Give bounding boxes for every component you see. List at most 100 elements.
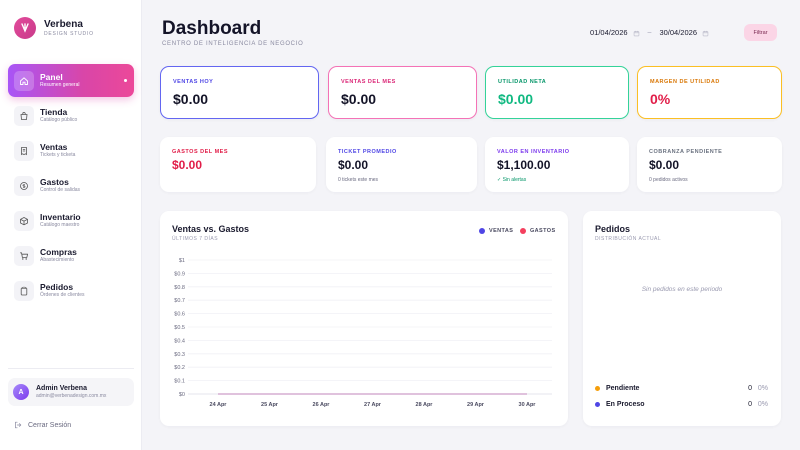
status-percent: 0% [757, 400, 768, 408]
calendar-icon[interactable] [633, 24, 640, 42]
kpi-card-ticket-promedio[interactable]: TICKET PROMEDIO $0.00 0 tickets este mes [326, 137, 477, 192]
sidebar-item-label: Pedidos [40, 282, 74, 292]
sidebar-item-sub: Abastecimiento [40, 257, 75, 263]
sidebar-item-ventas[interactable]: Ventas Tickets y ticketa [8, 134, 134, 167]
kpi-label: VENTAS HOY [173, 79, 214, 85]
user-card[interactable]: A Admin Verbena admin@verbenadesign.com.… [8, 378, 134, 406]
y-tick-label: $0 [179, 392, 185, 398]
sidebar-item-sub: Tickets y ticketa [40, 152, 76, 158]
kpi-value: 0% [650, 91, 671, 107]
clipboard-icon [14, 280, 34, 301]
y-tick-label: $0.6 [174, 312, 185, 318]
avatar: A [13, 384, 29, 400]
sidebar-item-label: Gastos [40, 177, 69, 187]
brand-name: Verbena [44, 18, 83, 30]
kpi-label: VENTAS DEL MES [341, 79, 396, 85]
page-subtitle: CENTRO DE INTELIGENCIA DE NEGOCIO [162, 41, 304, 47]
x-tick-label: 24 Apr [210, 402, 228, 408]
sidebar-item-label: Tienda [40, 107, 68, 117]
brand[interactable]: Verbena DESIGN STUDIO [14, 17, 94, 39]
status-count: 0 [748, 384, 752, 392]
y-tick-label: $0.1 [174, 379, 185, 385]
kpi-value: $1,100.00 [497, 158, 551, 172]
kpi-value: $0.00 [172, 158, 203, 172]
verbena-logo-icon [14, 17, 36, 39]
sidebar-item-label: Compras [40, 247, 77, 257]
pedidos-empty-message: Sin pedidos en este periodo [641, 286, 723, 293]
coin-icon [14, 175, 34, 196]
logout-label: Cerrar Sesión [28, 421, 72, 429]
line-chart[interactable]: $0 $0.1 $0.2 $0.3 $0.4 $0.5 $0.6 $0.7 $0.8 $0.9 $1… [160, 211, 568, 426]
sidebar-item-panel[interactable]: Panel Resumen general [8, 64, 134, 97]
shopping-bag-icon [14, 105, 34, 126]
y-tick-label: $0.7 [174, 298, 185, 304]
kpi-card-gastos-mes[interactable]: GASTOS DEL MES $0.00 [160, 137, 316, 192]
kpi-card-ventas-mes[interactable]: VENTAS DEL MES $0.00 [328, 66, 477, 119]
receipt-icon [14, 140, 34, 161]
logout-button[interactable]: Cerrar Sesión [14, 416, 71, 434]
range-separator: – [647, 29, 652, 36]
y-tick-label: $0.9 [174, 271, 185, 277]
sidebar-item-pedidos[interactable]: Pedidos Órdenes de clientes [8, 274, 134, 307]
kpi-note: 0 tickets este mes [338, 177, 379, 183]
user-email: admin@verbenadesign.com.mx [36, 393, 107, 399]
kpi-value: $0.00 [338, 158, 369, 172]
calendar-icon[interactable] [702, 24, 709, 42]
brand-subtitle: DESIGN STUDIO [44, 30, 94, 37]
date-from-input[interactable]: 01/04/2026 [590, 28, 628, 37]
sidebar-item-sub: Resumen general [40, 82, 80, 88]
kpi-label: UTILIDAD NETA [498, 79, 547, 85]
kpi-label: TICKET PROMEDIO [338, 149, 397, 155]
kpi-card-valor-inventario[interactable]: VALOR EN INVENTARIO $1,100.00 ✓ Sin aler… [485, 137, 629, 192]
status-label: En Proceso [606, 400, 645, 408]
y-tick-label: $0.2 [174, 365, 185, 371]
sidebar-item-compras[interactable]: Compras Abastecimiento [8, 239, 134, 272]
kpi-label: GASTOS DEL MES [172, 149, 229, 155]
x-tick-label: 26 Apr [313, 402, 331, 408]
inventory-status: ✓ Sin alertas [497, 177, 527, 183]
sidebar-item-gastos[interactable]: Gastos Control de salidas [8, 169, 134, 202]
kpi-card-ventas-hoy[interactable]: VENTAS HOY $0.00 [160, 66, 319, 119]
kpi-card-cobranza[interactable]: COBRANZA PENDIENTE $0.00 0 pedidos activ… [637, 137, 782, 192]
pedidos-card: Pedidos DISTRIBUCIÓN ACTUAL Sin pedidos … [583, 211, 781, 426]
status-dot [595, 385, 600, 391]
pedidos-row-en-proceso[interactable]: En Proceso 0 0% [595, 399, 768, 409]
x-tick-label: 28 Apr [416, 402, 434, 408]
sidebar-nav: Panel Resumen general Tienda Catálogo pú… [8, 64, 134, 309]
kpi-card-utilidad-neta[interactable]: UTILIDAD NETA $0.00 [485, 66, 629, 119]
kpi-label: MARGEN DE UTILIDAD [650, 79, 720, 85]
sidebar-item-sub: Catálogo maestro [40, 222, 80, 228]
pedidos-row-pendiente[interactable]: Pendiente 0 0% [595, 383, 768, 393]
y-tick-label: $0.3 [174, 352, 185, 358]
filter-button[interactable]: Filtrar [744, 24, 777, 41]
x-tick-label: 29 Apr [467, 402, 485, 408]
box-icon [14, 210, 34, 231]
status-dot [595, 401, 600, 407]
y-tick-label: $0.4 [174, 338, 185, 344]
y-tick-label: $1 [179, 258, 185, 264]
sidebar-item-tienda[interactable]: Tienda Catálogo público [8, 99, 134, 132]
sidebar-item-label: Panel [40, 72, 63, 82]
x-tick-label: 25 Apr [261, 402, 279, 408]
y-tick-label: $0.5 [174, 325, 185, 331]
pedidos-subtitle: DISTRIBUCIÓN ACTUAL [595, 236, 662, 242]
page-title: Dashboard [162, 18, 262, 39]
sidebar: Verbena DESIGN STUDIO Panel Resumen gene… [0, 0, 142, 450]
sales-chart-card: Ventas vs. Gastos ÚLTIMOS 7 DÍAS VENTAS … [160, 211, 568, 426]
logout-icon [14, 416, 22, 434]
kpi-value: $0.00 [498, 91, 534, 107]
kpi-value: $0.00 [649, 158, 680, 172]
kpi-value: $0.00 [173, 91, 209, 107]
sidebar-item-label: Ventas [40, 142, 68, 152]
status-percent: 0% [757, 384, 768, 392]
date-to-input[interactable]: 30/04/2026 [659, 28, 697, 37]
cart-icon [14, 245, 34, 266]
sidebar-divider [8, 368, 134, 369]
kpi-card-margen[interactable]: MARGEN DE UTILIDAD 0% [637, 66, 782, 119]
sidebar-item-inventario[interactable]: Inventario Catálogo maestro [8, 204, 134, 237]
sidebar-item-sub: Catálogo público [40, 117, 78, 123]
home-icon [14, 70, 34, 91]
user-name: Admin Verbena [36, 385, 87, 392]
active-indicator [124, 79, 127, 82]
sidebar-item-sub: Órdenes de clientes [40, 292, 85, 298]
